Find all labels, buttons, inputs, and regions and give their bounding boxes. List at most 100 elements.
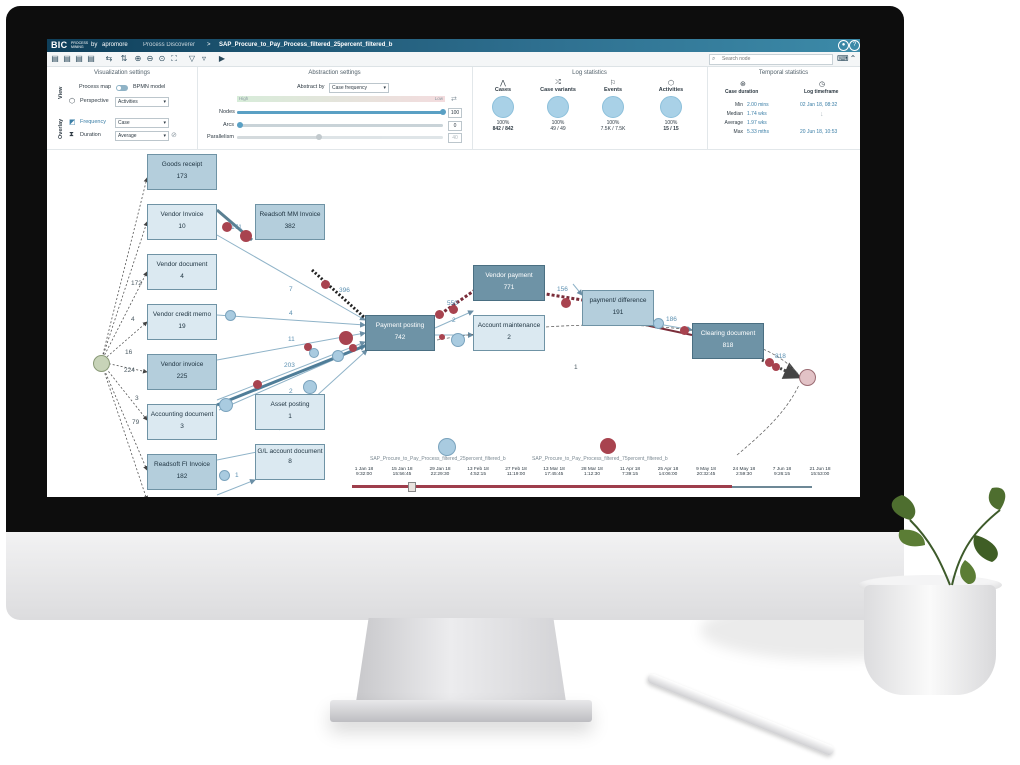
node-name: Accounting document bbox=[150, 411, 214, 418]
parallelism-value[interactable]: 40 bbox=[448, 133, 462, 143]
search-input[interactable] bbox=[722, 55, 822, 63]
end-node[interactable] bbox=[799, 369, 816, 386]
pie-chart bbox=[602, 96, 624, 118]
frequency-select[interactable]: Case ▾ bbox=[115, 118, 169, 128]
nodes-slider[interactable] bbox=[237, 109, 446, 115]
timeframe-end: 20 Jun 18, 10:53 bbox=[800, 129, 838, 135]
breadcrumb-section[interactable]: Process Discoverer bbox=[143, 42, 195, 48]
animation-timeline[interactable]: SAP_Procure_to_Pay_Process_filtered_25pe… bbox=[352, 438, 832, 497]
node-count: 818 bbox=[722, 342, 734, 349]
node-name: G/L account document bbox=[257, 448, 323, 455]
visualization-settings-title: Visualization settings bbox=[94, 70, 150, 76]
monitor-stand-foot bbox=[330, 700, 592, 722]
node-readsoft-mm-invoice[interactable]: Readsoft MM Invoice 382 bbox=[255, 204, 325, 240]
timeline-tick: 21 Jun 18 15:53:00 bbox=[800, 467, 840, 477]
node-account-maintenance[interactable]: Account maintenance 2 bbox=[473, 315, 545, 351]
node-count: 4 bbox=[180, 273, 184, 280]
node-asset-posting[interactable]: Asset posting 1 bbox=[255, 394, 325, 430]
swap-icon[interactable]: ⇄ bbox=[451, 95, 457, 103]
fit-icon[interactable]: ⛶ bbox=[169, 54, 179, 64]
file-icon[interactable]: ▤ bbox=[50, 54, 60, 64]
chevron-up-icon[interactable]: ⌃ bbox=[848, 54, 858, 64]
node-clearing-document[interactable]: Clearing document 818 bbox=[692, 323, 764, 359]
flag-icon: ⚐ bbox=[609, 80, 617, 87]
file-icon[interactable]: ▤ bbox=[74, 54, 84, 64]
node-goods-receipt[interactable]: Goods receipt 173 bbox=[147, 154, 217, 190]
sort-icon[interactable]: ⇅ bbox=[119, 54, 129, 64]
tick-time: 11:19:00 bbox=[506, 472, 526, 477]
layout-icon[interactable]: ⇆ bbox=[102, 54, 116, 64]
node-count: 1 bbox=[288, 413, 292, 420]
play-icon[interactable]: ▶ bbox=[217, 54, 227, 64]
average-label: Average bbox=[724, 120, 743, 126]
stat-activities: ⬡ Activities 100% 15 / 15 bbox=[646, 79, 696, 132]
case-token bbox=[253, 380, 262, 389]
temporal-statistics-panel: Temporal statistics ⊛ Case duration ◷ Lo… bbox=[707, 67, 860, 149]
node-gl-account-document[interactable]: G/L account document 8 bbox=[255, 444, 325, 480]
parallelism-label: Parallelism bbox=[207, 134, 234, 140]
zoom-out-icon[interactable]: ⊖ bbox=[145, 54, 155, 64]
abstract-by-select[interactable]: Case frequency ▾ bbox=[329, 83, 389, 93]
file-icon[interactable]: ▤ bbox=[62, 54, 72, 64]
keyboard-icon[interactable]: ⌨ bbox=[837, 54, 849, 64]
arcs-value[interactable]: 0 bbox=[448, 121, 462, 131]
node-payment-posting[interactable]: Payment posting 742 bbox=[365, 315, 435, 351]
zoom-reset-icon[interactable]: ⊙ bbox=[157, 54, 167, 64]
case-token bbox=[561, 298, 571, 308]
hourglass-icon: ⧗ bbox=[69, 131, 74, 138]
stat-value: 7.5K / 7.5K bbox=[600, 126, 626, 132]
tick-time: 14:06:00 bbox=[658, 472, 678, 477]
perspective-select[interactable]: Activities ▾ bbox=[115, 97, 169, 107]
abstraction-settings-panel: Abstraction settings Abstract by Case fr… bbox=[197, 67, 473, 149]
overlay-label: Overlay bbox=[58, 118, 64, 139]
frequency-label[interactable]: Frequency bbox=[80, 119, 106, 125]
filter-icon[interactable]: ▽ bbox=[187, 54, 197, 64]
tick-time: 4:52:15 bbox=[469, 472, 486, 477]
monitor-stand-neck bbox=[356, 618, 566, 702]
node-vendor-document[interactable]: Vendor document 4 bbox=[147, 254, 217, 290]
help-icon[interactable]: ? bbox=[849, 40, 860, 51]
edge-label: 550 bbox=[447, 300, 458, 307]
user-icon[interactable]: ● bbox=[838, 40, 849, 51]
duration-value: Average bbox=[118, 133, 137, 139]
arcs-slider[interactable] bbox=[237, 122, 443, 128]
view-toggle[interactable] bbox=[116, 85, 128, 91]
node-name: Goods receipt bbox=[161, 161, 203, 168]
search-box[interactable]: ⌕ bbox=[709, 54, 833, 65]
duration-label[interactable]: Duration bbox=[80, 132, 101, 138]
timeline-log-right: SAP_Procure_to_Pay_Process_filtered_75pe… bbox=[532, 456, 668, 462]
node-count: 10 bbox=[178, 223, 186, 230]
zoom-in-icon[interactable]: ⊕ bbox=[133, 54, 143, 64]
parallelism-slider[interactable] bbox=[237, 134, 443, 140]
case-token bbox=[240, 230, 252, 242]
file-icon[interactable]: ▤ bbox=[86, 54, 96, 64]
filter-clear-icon[interactable]: ▿ bbox=[199, 54, 209, 64]
node-readsoft-fi-invoice[interactable]: Readsoft FI Invoice 182 bbox=[147, 454, 217, 490]
timeline-tick: 13 Mar 18 17:45:45 bbox=[534, 467, 574, 477]
start-node[interactable] bbox=[93, 355, 110, 372]
node-count: 225 bbox=[176, 373, 188, 380]
node-vendor-invoice-b[interactable]: Vendor invoice 225 bbox=[147, 354, 217, 390]
tick-time: 15:56:45 bbox=[392, 472, 412, 477]
node-vendor-invoice[interactable]: Vendor Invoice 10 bbox=[147, 204, 217, 240]
stat-label: Cases bbox=[494, 87, 512, 93]
node-name: Vendor payment bbox=[485, 272, 533, 279]
duration-select[interactable]: Average ▾ bbox=[115, 131, 169, 141]
node-vendor-payment[interactable]: Vendor payment 771 bbox=[473, 265, 545, 301]
min-value: 2.00 mins bbox=[747, 102, 769, 108]
node-name: Readsoft FI Invoice bbox=[154, 461, 210, 468]
timeline-handle[interactable] bbox=[408, 482, 416, 492]
eye-hidden-icon[interactable]: ⊘ bbox=[171, 131, 177, 139]
node-vendor-credit-memo[interactable]: Vendor credit memo 19 bbox=[147, 304, 217, 340]
node-accounting-document[interactable]: Accounting document 3 bbox=[147, 404, 217, 440]
process-map-label: Process map bbox=[79, 84, 112, 90]
log-token-red bbox=[600, 438, 616, 454]
case-token bbox=[225, 310, 236, 321]
node-name: Vendor Invoice bbox=[160, 211, 204, 218]
process-map-canvas[interactable]: Goods receipt 173 Vendor Invoice 10 Vendor… bbox=[47, 150, 860, 497]
stat-label: Events bbox=[603, 87, 623, 93]
nodes-value[interactable]: 100 bbox=[448, 108, 462, 118]
node-count: 8 bbox=[288, 458, 292, 465]
node-payment-difference[interactable]: payment/ difference 191 bbox=[582, 290, 654, 326]
tick-time: 7:39:15 bbox=[621, 472, 638, 477]
